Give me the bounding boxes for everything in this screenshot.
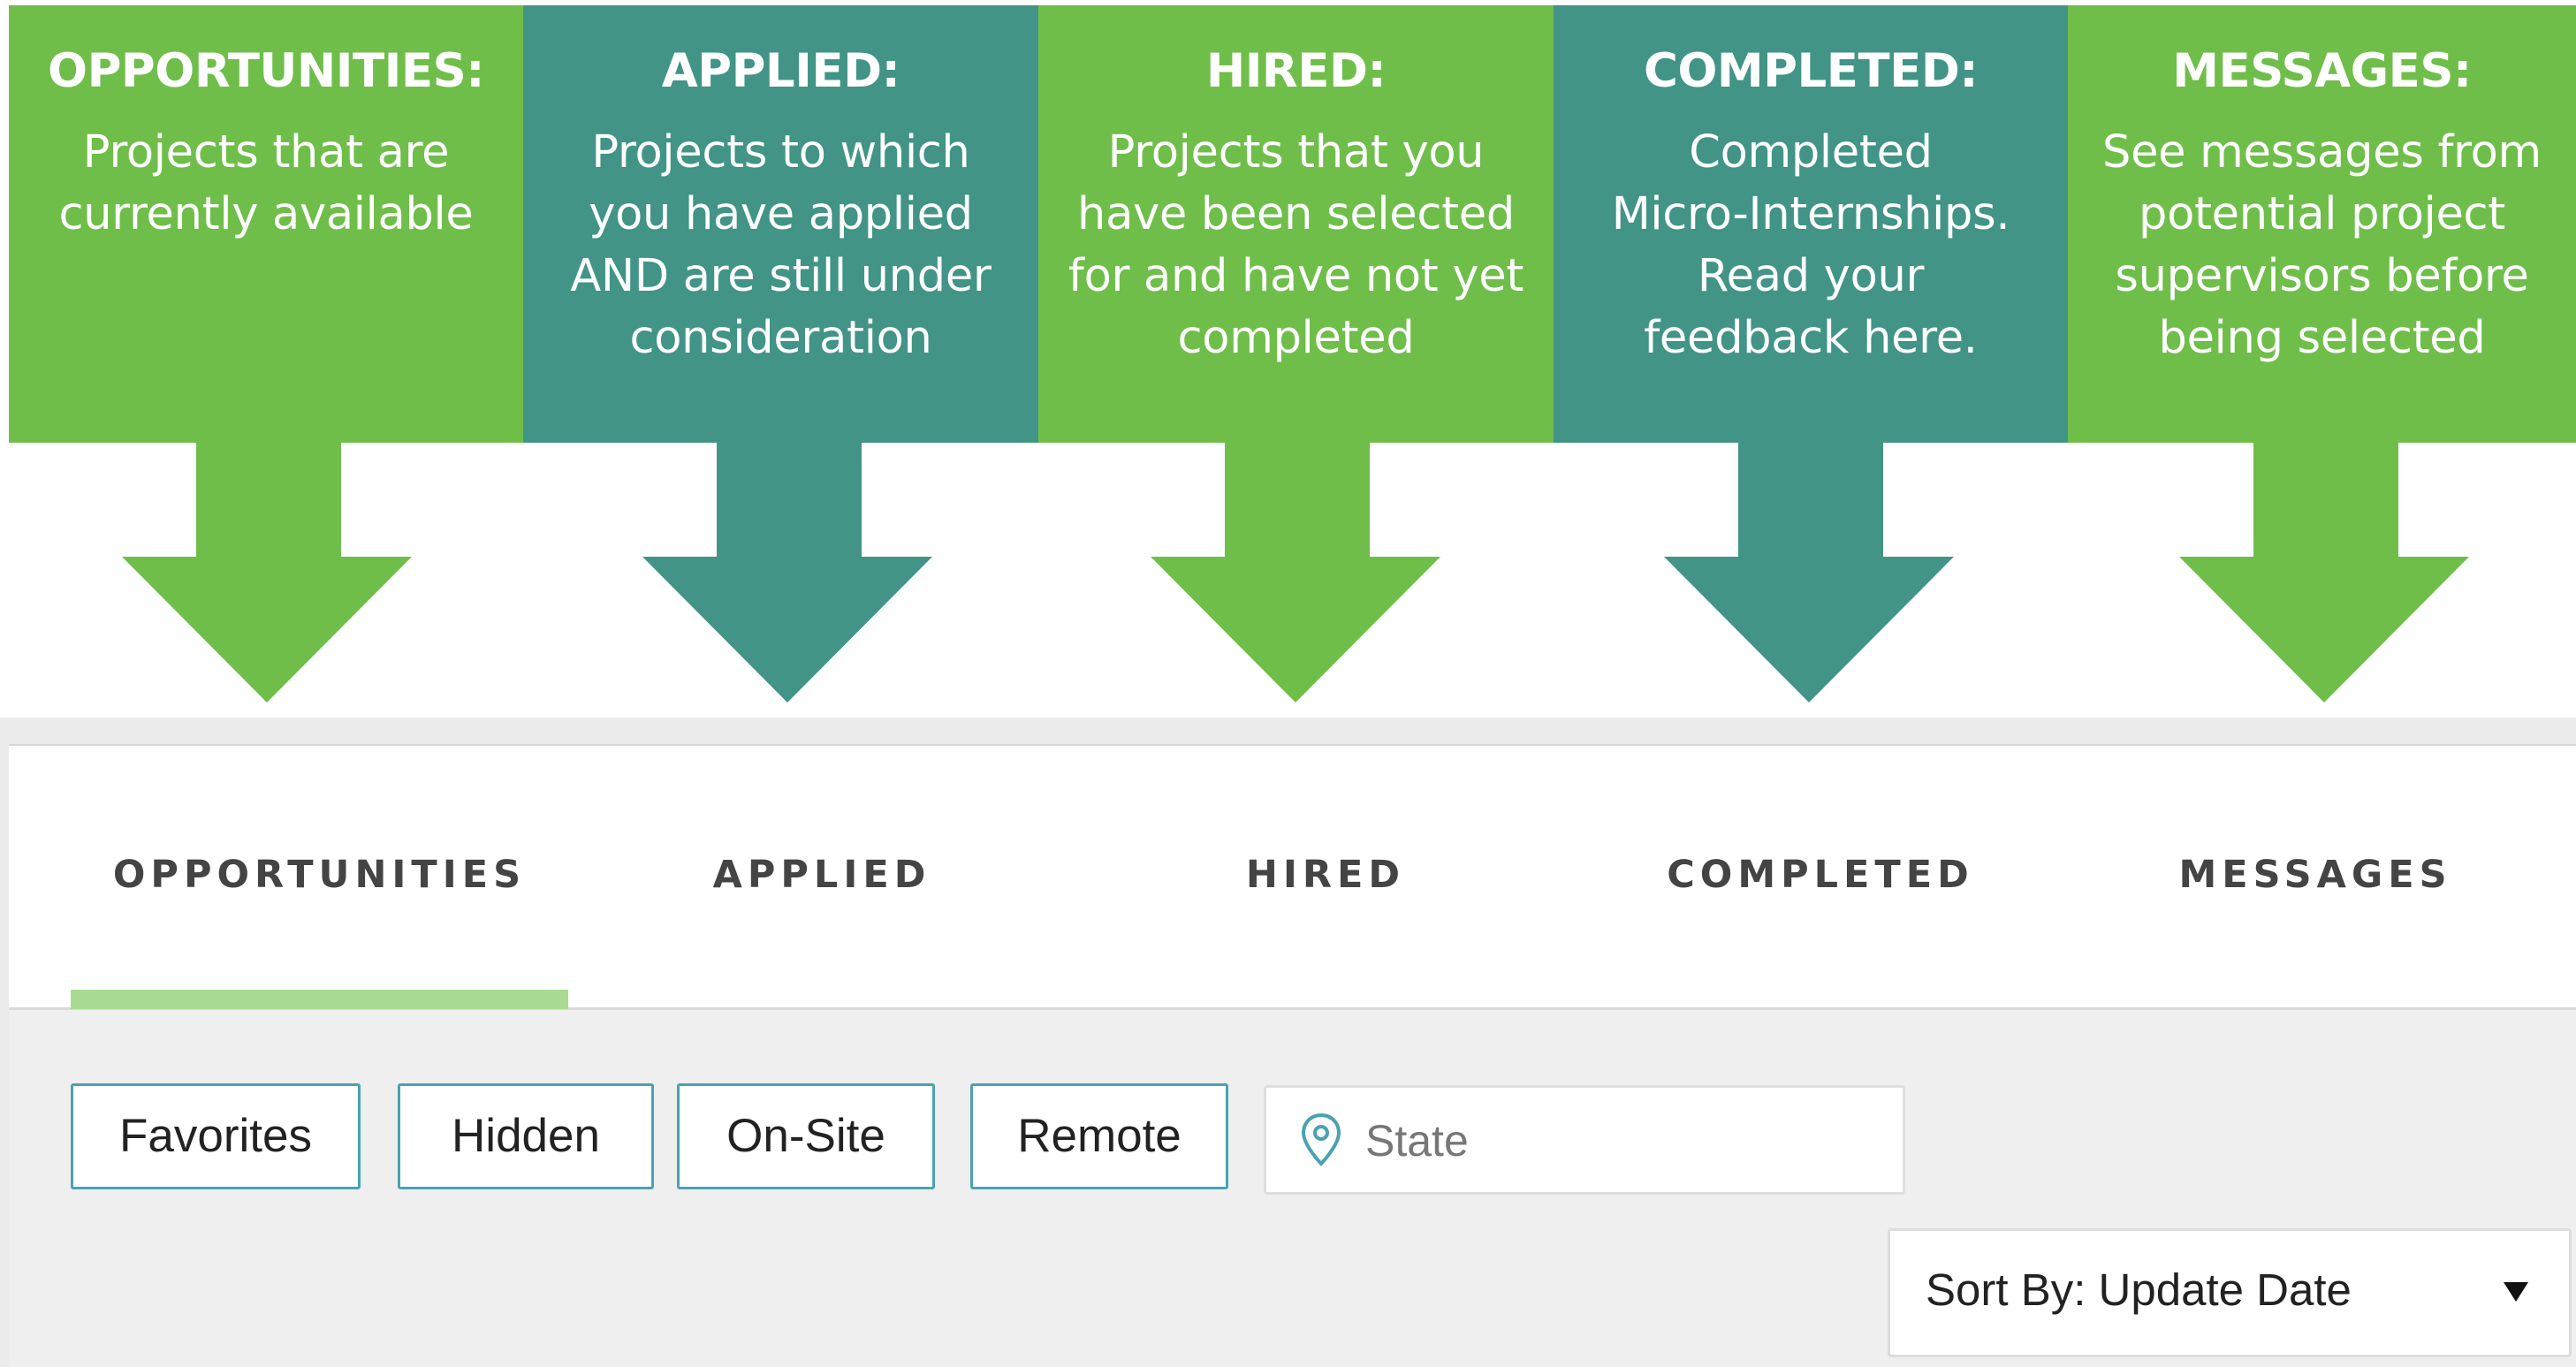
annotation-applied: APPLIED: Projects to which you have appl… (523, 5, 1038, 443)
annotation-hired: HIRED: Projects that you have been selec… (1038, 5, 1554, 443)
annotation-title: HIRED: (1205, 44, 1387, 98)
favorites-filter-button[interactable]: Favorites (71, 1083, 361, 1189)
tab-messages[interactable]: MESSAGES (2139, 839, 2492, 910)
annotation-title: COMPLETED: (1643, 44, 1979, 98)
annotation-title: MESSAGES: (2172, 44, 2472, 98)
state-search-input[interactable] (1365, 1105, 1878, 1176)
state-search-field[interactable] (1264, 1085, 1905, 1195)
sort-dropdown-label: Sort By: Update Date (1926, 1264, 2352, 1315)
remote-filter-button[interactable]: Remote (970, 1083, 1228, 1189)
tab-opportunities[interactable]: OPPORTUNITIES (71, 839, 568, 910)
dashboard-panel: OPPORTUNITIES APPLIED HIRED COMPLETED ME… (0, 718, 2576, 1367)
tab-applied[interactable]: APPLIED (645, 839, 999, 910)
sort-dropdown[interactable]: Sort By: Update Date (1888, 1228, 2572, 1357)
annotation-messages: MESSAGES: See messages from potential pr… (2068, 5, 2576, 443)
location-pin-icon (1301, 1113, 1341, 1166)
annotation-title: APPLIED: (661, 44, 900, 98)
annotation-description: Completed Micro-Internships. Read your f… (1611, 126, 2010, 364)
hidden-filter-button[interactable]: Hidden (398, 1083, 654, 1189)
annotation-opportunities: OPPORTUNITIES: Projects that are current… (9, 5, 523, 443)
caret-down-icon (2504, 1282, 2528, 1302)
on-site-filter-button[interactable]: On-Site (677, 1083, 935, 1189)
active-tab-indicator (71, 990, 568, 1009)
annotation-completed: COMPLETED: Completed Micro-Internships. … (1554, 5, 2068, 443)
annotated-screenshot: OPPORTUNITIES: Projects that are current… (0, 0, 2576, 1367)
tab-completed[interactable]: COMPLETED (1626, 839, 2015, 910)
annotation-description: See messages from potential project supe… (2102, 126, 2542, 364)
annotation-title: OPPORTUNITIES: (48, 44, 484, 98)
tab-hired[interactable]: HIRED (1140, 839, 1511, 910)
annotation-description: Projects that are currently available (58, 126, 474, 240)
tab-bar: OPPORTUNITIES APPLIED HIRED COMPLETED ME… (9, 746, 2576, 1010)
dashboard-content: OPPORTUNITIES APPLIED HIRED COMPLETED ME… (9, 744, 2576, 1367)
annotation-description: Projects to which you have applied AND a… (570, 126, 992, 364)
annotation-description: Projects that you have been selected for… (1068, 126, 1524, 364)
